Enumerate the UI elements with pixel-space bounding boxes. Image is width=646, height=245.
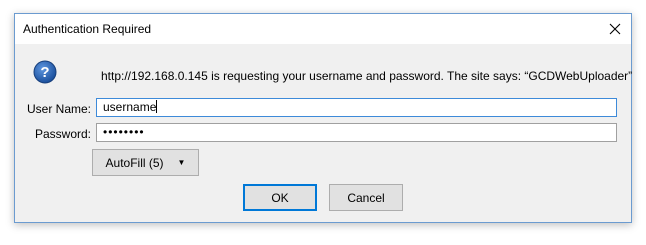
authentication-dialog: Authentication Required ? http://192.168… (14, 13, 632, 223)
ok-button[interactable]: OK (243, 184, 317, 211)
autofill-button[interactable]: AutoFill (5) ▼ (92, 149, 199, 176)
svg-text:?: ? (40, 64, 49, 81)
question-icon: ? (33, 60, 57, 84)
chevron-down-icon: ▼ (177, 158, 186, 167)
username-label: User Name: (26, 102, 91, 116)
titlebar: Authentication Required (15, 14, 631, 44)
text-caret (156, 100, 158, 113)
username-field[interactable]: username (96, 98, 617, 117)
dialog-title: Authentication Required (23, 22, 152, 36)
close-icon (609, 23, 621, 35)
close-button[interactable] (599, 14, 631, 44)
username-value: username (103, 100, 157, 114)
password-label: Password: (34, 127, 91, 141)
ok-label: OK (271, 190, 289, 205)
password-value: •••••••• (103, 125, 145, 139)
cancel-label: Cancel (347, 190, 385, 205)
password-field[interactable]: •••••••• (96, 123, 617, 142)
cancel-button[interactable]: Cancel (329, 184, 403, 211)
auth-message: http://192.168.0.145 is requesting your … (101, 69, 633, 83)
autofill-label: AutoFill (5) (105, 155, 164, 170)
